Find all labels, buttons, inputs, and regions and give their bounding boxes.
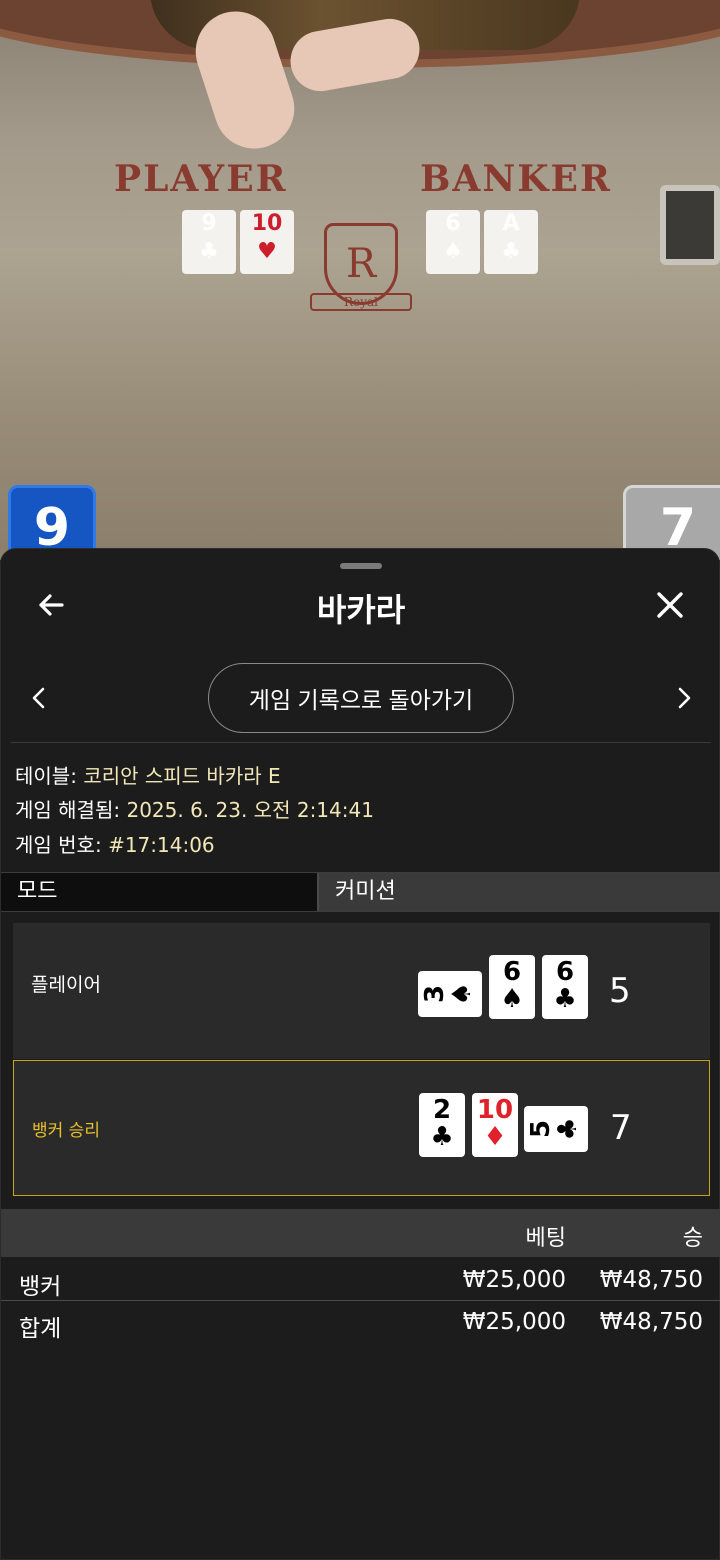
playing-card: 3 ♠ bbox=[418, 971, 482, 1017]
banker-result-label: 뱅커 승리 bbox=[32, 1120, 100, 1141]
banker-result: 뱅커 승리 2 ♣ 10 ♦ 5 ♣ 7 bbox=[13, 1060, 710, 1196]
resolved-label: 게임 해결됨: bbox=[15, 798, 121, 822]
table-value: 코리안 스피드 바카라 E bbox=[83, 764, 281, 788]
game-number-info: 게임 번호: #17:14:06 bbox=[15, 829, 215, 858]
bet-amount: ₩25,000 bbox=[462, 1267, 566, 1293]
table-banker-label: BANKER bbox=[420, 158, 612, 200]
crest-ribbon: Royal bbox=[310, 293, 412, 311]
table-card: 6 ♠ bbox=[426, 210, 480, 274]
table-card: A ♣ bbox=[484, 210, 538, 274]
game-number-value: #17:14:06 bbox=[108, 833, 215, 857]
table-card: 10 ♥ bbox=[240, 210, 294, 274]
close-button[interactable] bbox=[646, 581, 694, 629]
table-card: 9 ♣ bbox=[182, 210, 236, 274]
back-button[interactable] bbox=[27, 581, 75, 629]
divider bbox=[11, 742, 711, 743]
mode-row: 모드 커미션 bbox=[1, 872, 720, 912]
chevron-left-icon bbox=[32, 687, 45, 709]
total-bet: ₩25,000 bbox=[462, 1309, 566, 1335]
bets-table-header: 베팅 승 bbox=[1, 1209, 720, 1257]
player-result-label: 플레이어 bbox=[31, 973, 101, 996]
resolved-info: 게임 해결됨: 2025. 6. 23. 오전 2:14:41 bbox=[15, 794, 374, 823]
playing-card: 6 ♣ bbox=[542, 955, 588, 1019]
table-label: 테이블: bbox=[15, 764, 77, 788]
playing-card: 2 ♣ bbox=[419, 1093, 465, 1157]
card-shoe bbox=[660, 185, 720, 265]
bet-name: 뱅커 bbox=[19, 1274, 62, 1300]
back-to-history-button[interactable]: 게임 기록으로 돌아가기 bbox=[208, 663, 514, 733]
total-win: ₩48,750 bbox=[599, 1309, 703, 1335]
table-info: 테이블: 코리안 스피드 바카라 E bbox=[15, 760, 281, 789]
game-detail-sheet: 바카라 게임 기록으로 돌아가기 테이블: 코리안 스피드 바카라 E 게임 해… bbox=[0, 548, 720, 1560]
playing-card: 5 ♣ bbox=[524, 1106, 588, 1152]
bet-column-header: 베팅 bbox=[525, 1226, 566, 1251]
table-player-label: PLAYER bbox=[114, 158, 288, 200]
page-title: 바카라 bbox=[316, 591, 406, 629]
player-score: 5 bbox=[609, 971, 631, 1011]
table-row: 뱅커 ₩25,000 ₩48,750 bbox=[1, 1259, 720, 1301]
playing-card: 10 ♦ bbox=[472, 1093, 518, 1157]
playing-card: 6 ♠ bbox=[489, 955, 535, 1019]
game-number-label: 게임 번호: bbox=[15, 833, 102, 857]
total-label: 합계 bbox=[19, 1316, 62, 1342]
mode-value: 커미션 bbox=[319, 873, 720, 911]
drag-handle[interactable] bbox=[340, 563, 382, 569]
win-column-header: 승 bbox=[682, 1226, 703, 1251]
close-icon bbox=[657, 592, 683, 618]
total-row: 합계 ₩25,000 ₩48,750 bbox=[1, 1301, 720, 1343]
royal-crest-logo: R Royal bbox=[302, 205, 420, 323]
resolved-value: 2025. 6. 23. 오전 2:14:41 bbox=[126, 798, 374, 822]
player-result: 플레이어 3 ♠ 6 ♠ 6 ♣ 5 bbox=[13, 923, 710, 1059]
banker-score: 7 bbox=[610, 1108, 632, 1148]
live-video-feed: PLAYER BANKER 9 ♣ 10 ♥ 6 ♠ A ♣ R Royal 9 7 bbox=[0, 0, 720, 560]
chevron-right-icon bbox=[678, 687, 691, 709]
win-amount: ₩48,750 bbox=[599, 1267, 703, 1293]
next-game-button[interactable] bbox=[666, 680, 702, 716]
previous-game-button[interactable] bbox=[21, 680, 57, 716]
arrow-left-icon bbox=[39, 594, 64, 616]
mode-label: 모드 bbox=[1, 873, 319, 911]
